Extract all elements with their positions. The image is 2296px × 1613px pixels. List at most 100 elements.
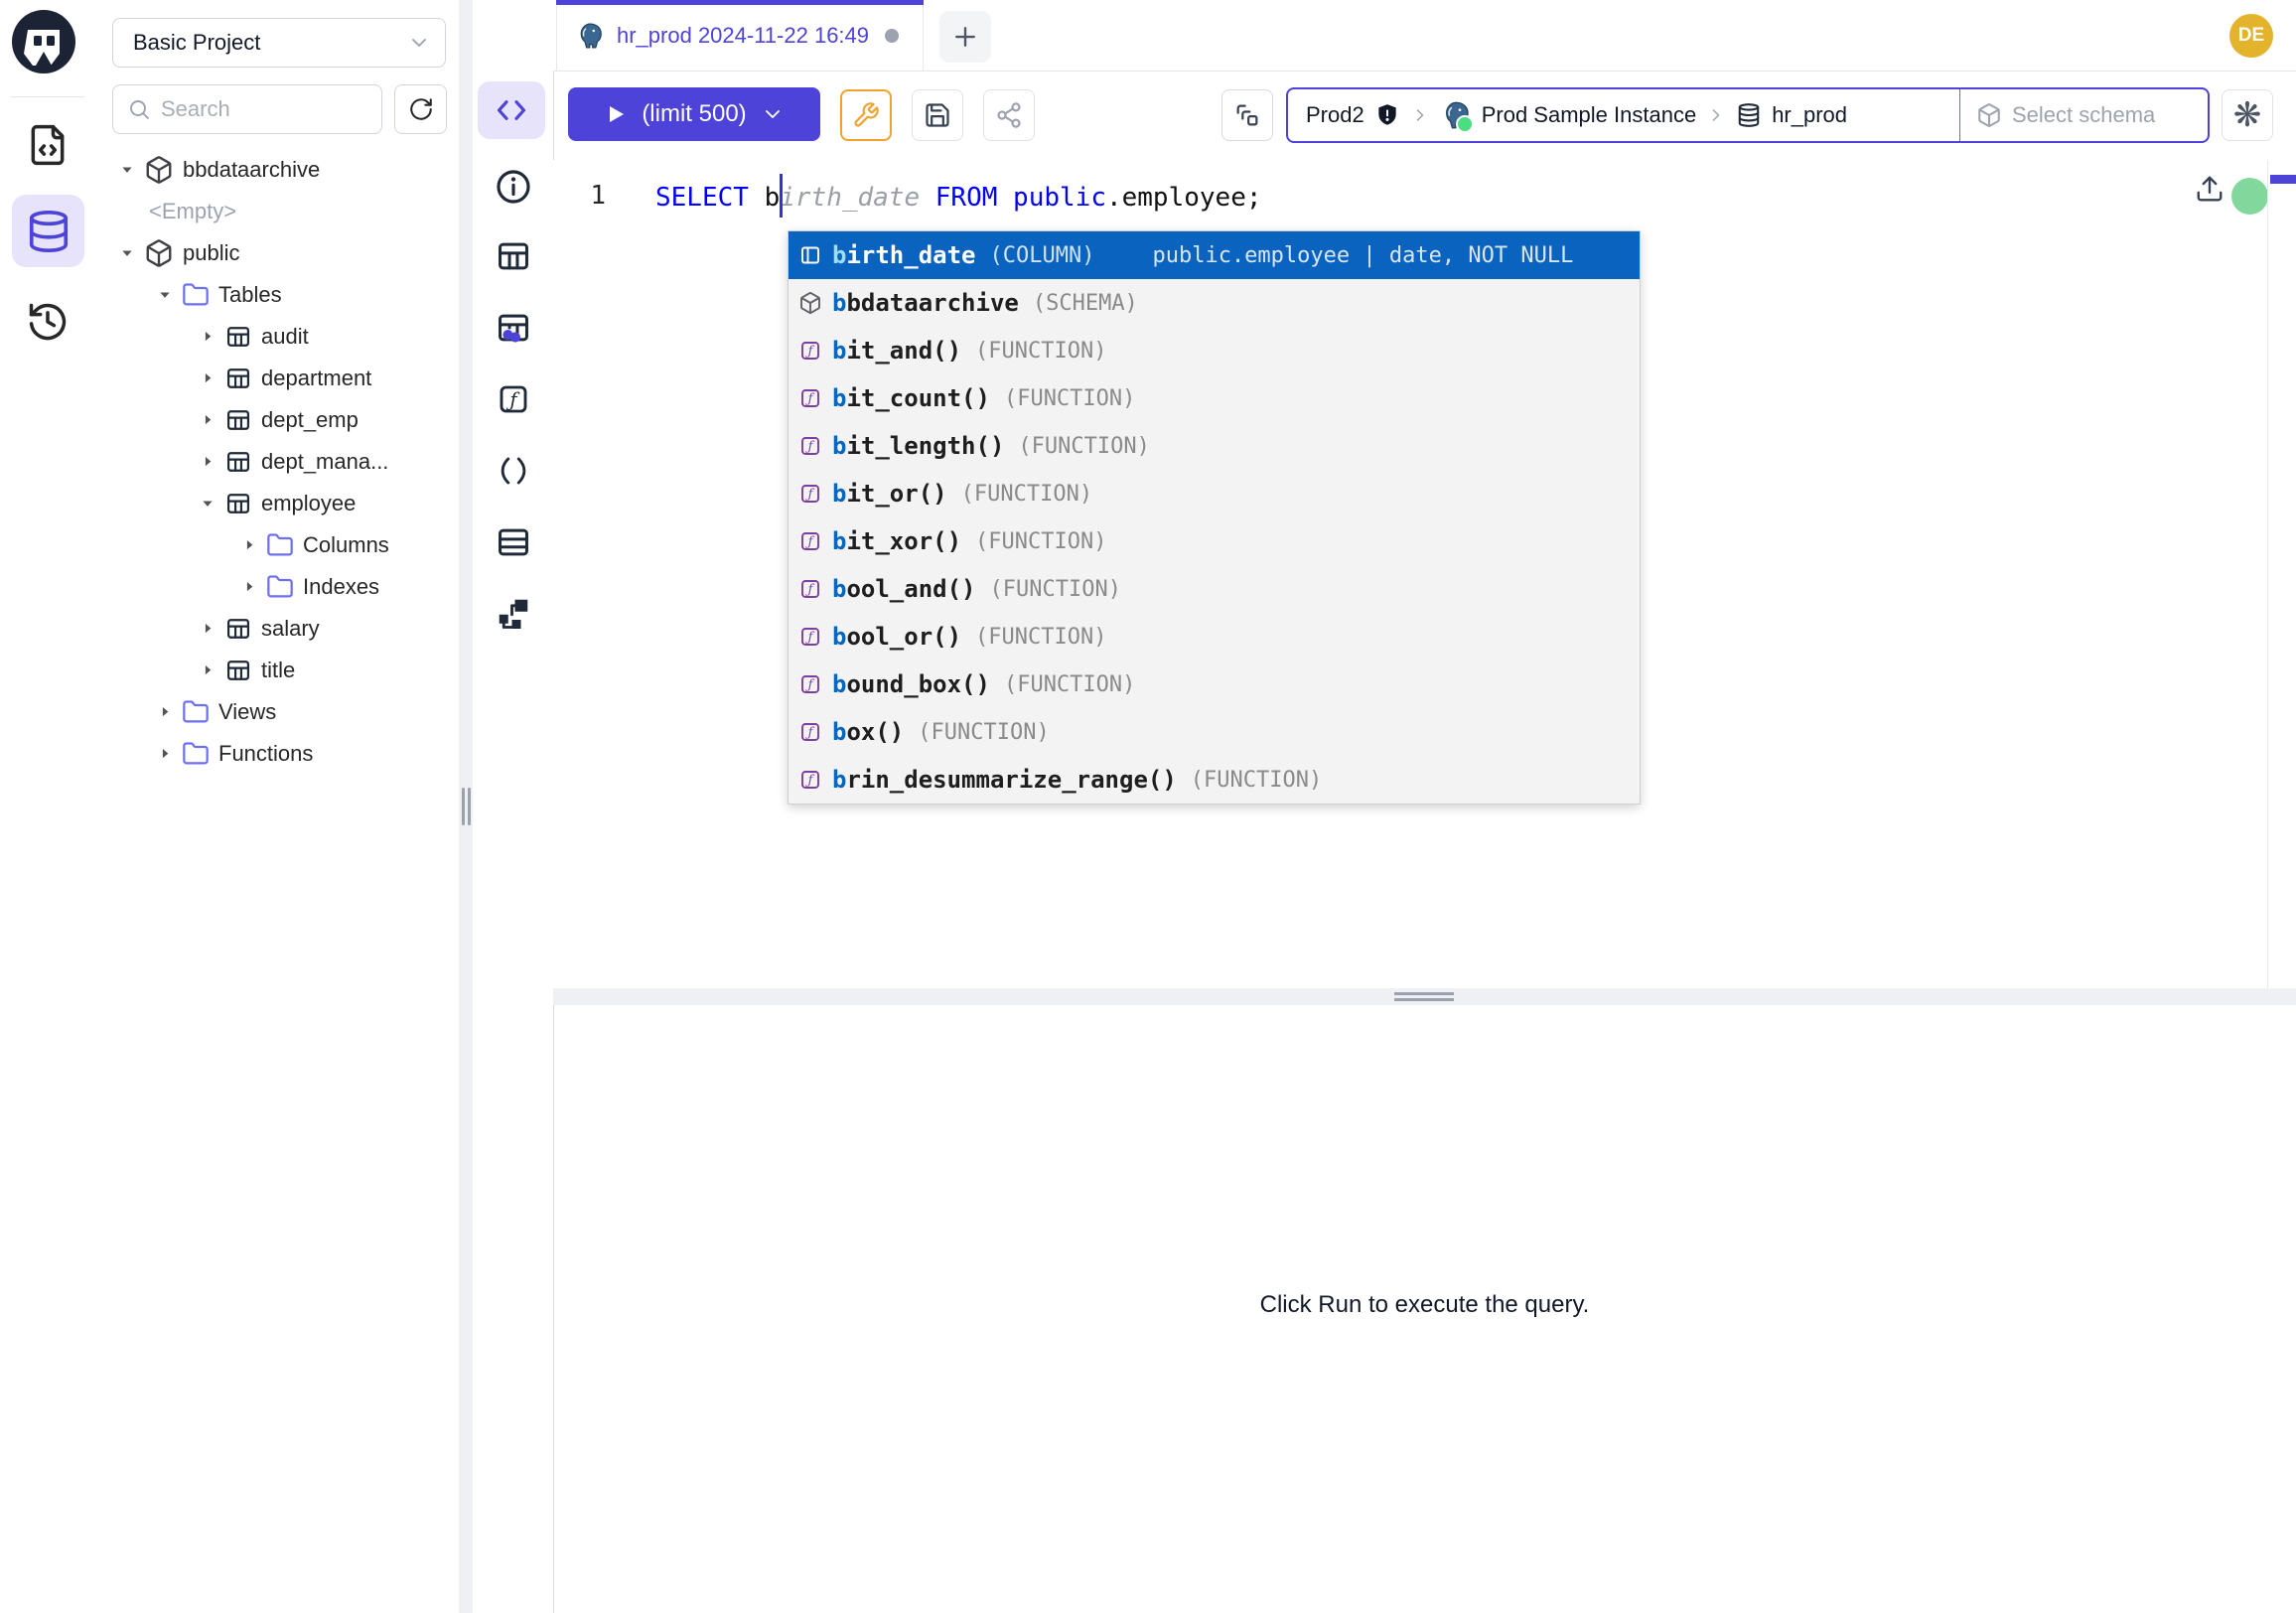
database-icon <box>26 209 72 254</box>
suggest-item-bit_length[interactable]: bit_length() (FUNCTION) <box>789 422 1640 470</box>
function-icon <box>798 720 822 744</box>
suggest-item-bound_box[interactable]: bound_box() (FUNCTION) <box>789 660 1640 708</box>
openai-icon: ❋ <box>2233 95 2262 135</box>
tree-item-views[interactable]: Views <box>96 691 459 733</box>
strip-item-info[interactable] <box>486 159 541 215</box>
environment-label: Prod2 <box>1306 102 1364 128</box>
autocomplete-widget: birth_date (COLUMN) public.employee | da… <box>788 230 1641 805</box>
chevron-right-icon[interactable] <box>238 576 260 598</box>
parentheses-icon <box>496 453 531 489</box>
tree-item-dept_manager[interactable]: dept_mana... <box>96 441 459 483</box>
text-cursor <box>780 174 783 218</box>
suggest-item-box[interactable]: box() (FUNCTION) <box>789 708 1640 756</box>
sidebar-resize-handle[interactable] <box>459 0 473 1613</box>
scrollbar-gutter[interactable] <box>2267 160 2268 988</box>
suggest-item-bit_or[interactable]: bit_or() (FUNCTION) <box>789 470 1640 517</box>
chevron-down-icon[interactable] <box>761 102 785 126</box>
editor-action-strip <box>473 0 553 1613</box>
search-placeholder: Search <box>161 96 230 122</box>
overview-ruler-mark <box>2270 175 2296 184</box>
strip-item-sql-editor[interactable] <box>478 81 545 139</box>
run-button[interactable]: (limit 500) <box>568 87 820 141</box>
table-data-icon <box>495 309 532 347</box>
suggest-item-bit_xor[interactable]: bit_xor() (FUNCTION) <box>789 517 1640 565</box>
tree-item-employee[interactable]: employee <box>96 483 459 524</box>
format-sql-button[interactable] <box>840 89 892 141</box>
chevron-right-icon[interactable] <box>197 326 218 348</box>
database-icon <box>1736 102 1762 128</box>
sql-keyword: SELECT <box>655 183 765 213</box>
folder-icon <box>266 531 294 559</box>
suggest-item-birth_date[interactable]: birth_date (COLUMN) public.employee | da… <box>789 231 1640 279</box>
function-icon <box>798 577 822 601</box>
diagram-icon <box>496 596 531 632</box>
strip-item-functions[interactable] <box>486 371 541 427</box>
function-icon <box>798 529 822 553</box>
tree-item-salary[interactable]: salary <box>96 608 459 650</box>
new-tab-button[interactable] <box>939 11 991 63</box>
strip-item-procedures[interactable] <box>486 443 541 499</box>
suggest-item-bit_count[interactable]: bit_count() (FUNCTION) <box>789 374 1640 422</box>
upload-sheet-button[interactable] <box>2195 174 2224 204</box>
panel-resize-handle[interactable] <box>553 988 2296 1005</box>
tree-item-bbdataarchive[interactable]: bbdataarchive <box>96 149 459 191</box>
tree-item-columns[interactable]: Columns <box>96 524 459 566</box>
postgres-icon <box>575 21 605 51</box>
tree-item-functions[interactable]: Functions <box>96 733 459 775</box>
search-input[interactable]: Search <box>112 84 382 134</box>
connection-breadcrumb[interactable]: Prod2 Prod Sample Instance hr_prod Selec… <box>1286 87 2210 143</box>
suggest-item-brin_desummarize_range[interactable]: brin_desummarize_range() (FUNCTION) <box>789 756 1640 804</box>
function-icon <box>496 381 531 417</box>
tree-item-dept_emp[interactable]: dept_emp <box>96 399 459 441</box>
shield-alert-icon <box>1374 102 1400 128</box>
tree-item-public[interactable]: public <box>96 232 459 274</box>
chevron-down-icon[interactable] <box>154 284 176 306</box>
tree-item-department[interactable]: department <box>96 358 459 399</box>
chevron-right-icon[interactable] <box>238 534 260 556</box>
table-icon <box>224 365 252 392</box>
chevron-right-icon[interactable] <box>197 618 218 640</box>
tab-hr-prod[interactable]: hr_prod 2024-11-22 16:49 <box>556 0 924 71</box>
suggest-item-bbdataarchive[interactable]: bbdataarchive (SCHEMA) <box>789 279 1640 327</box>
strip-item-table-data[interactable] <box>486 300 541 356</box>
chevron-right-icon[interactable] <box>197 367 218 389</box>
tree-item-audit[interactable]: audit <box>96 316 459 358</box>
function-icon <box>798 339 822 363</box>
table-icon <box>224 406 252 434</box>
chevron-right-icon[interactable] <box>154 743 176 765</box>
schema-select[interactable]: Select schema <box>1959 89 2208 141</box>
tree-item-indexes[interactable]: Indexes <box>96 566 459 608</box>
strip-item-schema-diagram[interactable] <box>486 586 541 642</box>
chevron-down-icon[interactable] <box>116 242 138 264</box>
suggest-item-bit_and[interactable]: bit_and() (FUNCTION) <box>789 327 1640 374</box>
chevron-right-icon[interactable] <box>154 701 176 723</box>
refresh-tree-button[interactable] <box>394 84 447 134</box>
tree-item-tables[interactable]: Tables <box>96 274 459 316</box>
rail-item-worksheet[interactable] <box>18 115 77 175</box>
suggest-item-bool_and[interactable]: bool_and() (FUNCTION) <box>789 565 1640 613</box>
history-icon <box>26 300 70 344</box>
chevron-right-icon[interactable] <box>197 409 218 431</box>
connection-button[interactable] <box>1221 89 1273 141</box>
rail-item-databases[interactable] <box>12 195 84 267</box>
function-icon <box>798 386 822 410</box>
chevron-right-icon[interactable] <box>197 660 218 681</box>
rail-item-history[interactable] <box>18 292 77 352</box>
save-button[interactable] <box>912 89 963 141</box>
project-selector-value: Basic Project <box>133 30 407 56</box>
chevron-down-icon[interactable] <box>197 493 218 514</box>
chevron-right-icon[interactable] <box>197 451 218 473</box>
suggest-item-bool_or[interactable]: bool_or() (FUNCTION) <box>789 613 1640 660</box>
ai-assistant-button[interactable]: ❋ <box>2222 89 2273 141</box>
bytebase-logo[interactable] <box>10 8 77 75</box>
avatar[interactable]: DE <box>2229 14 2273 58</box>
inline-suggestion: irth_date <box>780 183 920 213</box>
strip-item-tables[interactable] <box>486 228 541 284</box>
tree-item-title[interactable]: title <box>96 650 459 691</box>
table-icon <box>495 237 532 275</box>
project-selector[interactable]: Basic Project <box>112 18 446 68</box>
strip-item-external-tables[interactable] <box>486 514 541 570</box>
rail-divider <box>10 96 85 97</box>
share-button[interactable] <box>983 89 1035 141</box>
chevron-down-icon[interactable] <box>116 159 138 181</box>
